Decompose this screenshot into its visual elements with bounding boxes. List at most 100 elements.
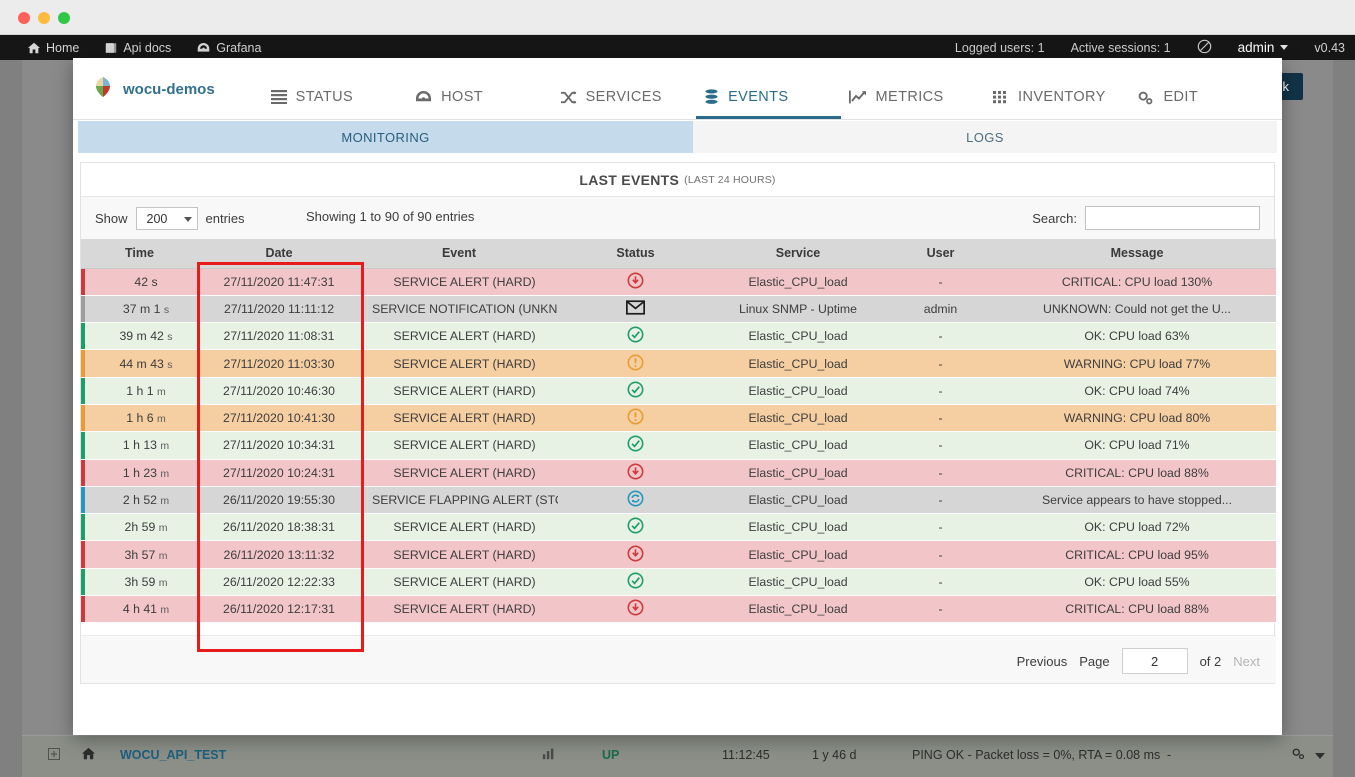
- table-row[interactable]: 3h 57 m 26/11/2020 13:11:32 SERVICE ALERT …: [81, 540, 1276, 569]
- window-minimize-button[interactable]: [38, 12, 50, 24]
- col-header-message[interactable]: Message: [998, 239, 1276, 269]
- cell-status: [558, 568, 713, 597]
- cell-user: -: [883, 349, 998, 378]
- table-row[interactable]: 42 s 27/11/2020 11:47:31 SERVICE ALERT (HA…: [81, 268, 1276, 296]
- table-row[interactable]: 39 m 42 s 27/11/2020 11:08:31 SERVICE ALER…: [81, 322, 1276, 351]
- cell-date: 26/11/2020 18:38:31: [198, 513, 360, 542]
- cell-date: 26/11/2020 19:55:30: [198, 486, 360, 515]
- cell-user: -: [883, 377, 998, 405]
- cell-time: 2h 59 m: [81, 513, 198, 542]
- active-sessions-stat: Active sessions: 1: [1070, 40, 1171, 55]
- table-row[interactable]: 2h 59 m 26/11/2020 18:38:31 SERVICE ALERT …: [81, 513, 1276, 542]
- cell-user: -: [883, 486, 998, 515]
- search-input[interactable]: [1085, 206, 1260, 230]
- entries-select[interactable]: 200: [135, 207, 198, 230]
- user-menu[interactable]: admin: [1238, 40, 1289, 55]
- cell-status: [558, 322, 713, 351]
- showing-info: Showing 1 to 90 of 90 entries: [306, 209, 475, 224]
- next-page-button[interactable]: Next: [1233, 654, 1260, 669]
- cell-status: [558, 459, 713, 487]
- previous-page-button[interactable]: Previous: [1017, 654, 1068, 669]
- table-row[interactable]: 37 m 1 s 27/11/2020 11:11:12 SERVICE NOTIF…: [81, 295, 1276, 324]
- cell-event: SERVICE ALERT (HARD): [360, 540, 558, 569]
- cell-time: 1 h 13 m: [81, 431, 198, 460]
- table-row[interactable]: 3h 59 m 26/11/2020 12:22:33 SERVICE ALERT …: [81, 568, 1276, 597]
- col-header-status[interactable]: Status: [558, 239, 713, 269]
- table-row[interactable]: 1 h 6 m 27/11/2020 10:41:30 SERVICE ALERT …: [81, 404, 1276, 433]
- tab-status[interactable]: STATUS: [270, 89, 415, 119]
- col-header-time[interactable]: Time: [81, 239, 198, 269]
- cell-time: 3h 57 m: [81, 540, 198, 569]
- cell-time: 42 s: [81, 268, 198, 296]
- cell-event: SERVICE ALERT (HARD): [360, 322, 558, 351]
- table-row[interactable]: 1 h 23 m 27/11/2020 10:24:31 SERVICE ALERT…: [81, 459, 1276, 487]
- cell-message: WARNING: CPU load 80%: [998, 404, 1276, 433]
- tab-inventory-label: INVENTORY: [1018, 89, 1106, 105]
- table-row[interactable]: 2 h 52 m 26/11/2020 19:55:30 SERVICE FLAPP…: [81, 486, 1276, 515]
- chevron-down-icon: [183, 217, 192, 222]
- tab-metrics[interactable]: METRICS: [848, 89, 993, 119]
- events-table-body: 42 s 27/11/2020 11:47:31 SERVICE ALERT (HA…: [81, 268, 1276, 624]
- cell-message: WARNING: CPU load 77%: [998, 349, 1276, 378]
- table-row[interactable]: 44 m 43 s 27/11/2020 11:03:30 SERVICE ALER…: [81, 349, 1276, 378]
- home-icon: [28, 42, 40, 54]
- tab-edit[interactable]: EDIT: [1137, 89, 1281, 119]
- window-close-button[interactable]: [18, 12, 30, 24]
- nav-item-grafana[interactable]: Grafana: [197, 41, 261, 55]
- window-titlebar: [0, 0, 1355, 35]
- no-entry-icon[interactable]: [1197, 39, 1212, 57]
- cell-event: SERVICE NOTIFICATION (UNKNO...: [360, 295, 558, 324]
- navbar-left-group: Home Api docs Grafana: [28, 35, 261, 60]
- cell-time: 2 h 52 m: [81, 486, 198, 515]
- tab-services[interactable]: SERVICES: [560, 89, 704, 119]
- version-label: v0.43: [1314, 40, 1345, 55]
- chevron-down-icon[interactable]: [1315, 753, 1325, 759]
- entries-control: Show 200 entries: [95, 207, 245, 230]
- subtab-monitoring[interactable]: MONITORING: [78, 121, 693, 153]
- expand-icon[interactable]: [48, 748, 60, 763]
- page-number-input[interactable]: [1121, 648, 1188, 674]
- chevron-down-icon: [1280, 45, 1289, 50]
- events-table: Time Date Event Status Service User Mess…: [81, 239, 1276, 624]
- col-header-date[interactable]: Date: [198, 239, 360, 269]
- cell-message: OK: CPU load 74%: [998, 377, 1276, 405]
- cell-time: 1 h 1 m: [81, 377, 198, 405]
- cell-user: -: [883, 459, 998, 487]
- cell-user: -: [883, 595, 998, 624]
- cell-time: 37 m 1 s: [81, 295, 198, 324]
- cell-user: -: [883, 404, 998, 433]
- cell-event: SERVICE ALERT (HARD): [360, 377, 558, 405]
- cell-time: 39 m 42 s: [81, 322, 198, 351]
- list-icon: [270, 90, 287, 104]
- background-host-row[interactable]: WOCU_API_TEST UP 11:12:45 1 y 46 d PING …: [22, 735, 1333, 777]
- cell-service: Elastic_CPU_load: [713, 540, 883, 569]
- tab-events[interactable]: EVENTS: [696, 89, 848, 119]
- chart-icon[interactable]: [542, 747, 555, 763]
- background-host-time: 11:12:45: [722, 748, 770, 762]
- table-row[interactable]: 4 h 41 m 26/11/2020 12:17:31 SERVICE ALERT…: [81, 595, 1276, 624]
- nav-item-home[interactable]: Home: [28, 41, 79, 55]
- tab-host[interactable]: HOST: [415, 89, 559, 119]
- table-row[interactable]: 1 h 1 m 27/11/2020 10:46:30 SERVICE ALERT …: [81, 377, 1276, 405]
- wocu-logo-icon: [93, 76, 113, 103]
- cell-message: OK: CPU load 72%: [998, 513, 1276, 542]
- critical-arrow-down-icon: [627, 545, 644, 565]
- cell-status: [558, 268, 713, 296]
- nav-item-api-docs[interactable]: Api docs: [105, 41, 171, 55]
- cell-message: OK: CPU load 71%: [998, 431, 1276, 460]
- col-header-user[interactable]: User: [883, 239, 998, 269]
- col-header-service[interactable]: Service: [713, 239, 883, 269]
- ok-check-icon: [627, 517, 644, 537]
- modal-brand[interactable]: wocu-demos: [93, 76, 271, 103]
- table-row[interactable]: 1 h 13 m 27/11/2020 10:34:31 SERVICE ALERT…: [81, 431, 1276, 460]
- subtab-logs[interactable]: LOGS: [693, 121, 1277, 153]
- window-maximize-button[interactable]: [58, 12, 70, 24]
- last-events-card: LAST EVENTS (LAST 24 HOURS) Show 200 ent…: [80, 162, 1276, 684]
- tab-inventory[interactable]: INVENTORY: [993, 89, 1137, 119]
- gears-icon[interactable]: [1291, 747, 1305, 764]
- background-host-name[interactable]: WOCU_API_TEST: [120, 748, 226, 762]
- modal-tab-bar: wocu-demos STATUS HOST SERVICES EVENTS M…: [73, 58, 1282, 120]
- card-subtitle: (LAST 24 HOURS): [684, 173, 776, 186]
- col-header-event[interactable]: Event: [360, 239, 558, 269]
- show-label: Show: [95, 211, 128, 226]
